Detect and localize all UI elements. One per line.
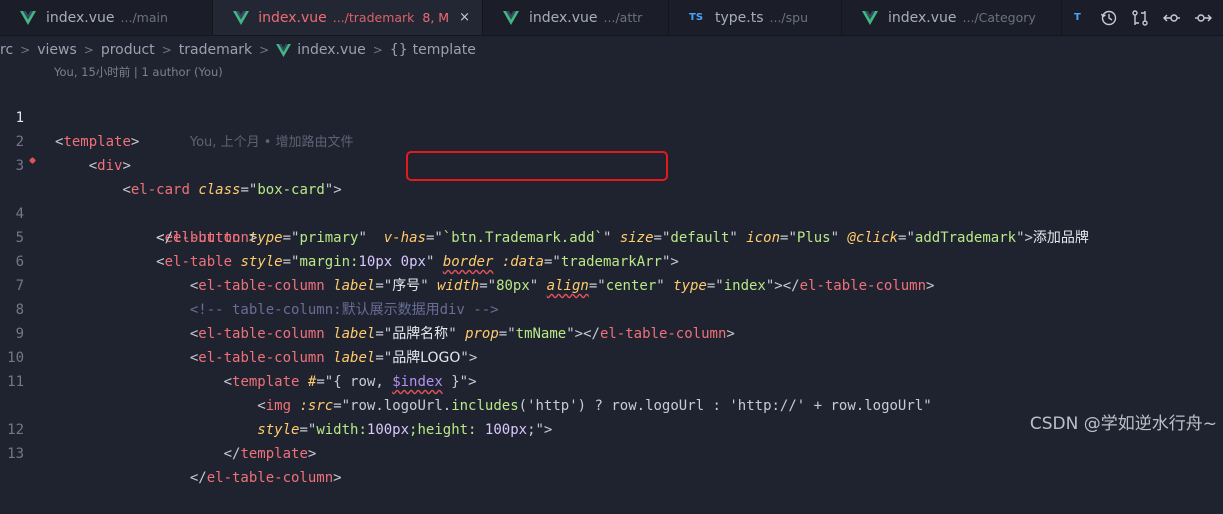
code-line: 5 <el-table style="margin:10px 0px" bord… xyxy=(0,202,1223,270)
symbol-braces-icon: {} xyxy=(389,42,408,58)
tab-file-path: .../attr xyxy=(603,10,643,25)
tab-trademark-index-vue[interactable]: index.vue .../trademark 8, M × xyxy=(213,0,483,35)
tab-file-name: index.vue xyxy=(258,9,327,26)
tab-category-index-vue[interactable]: index.vue .../Category xyxy=(842,0,1062,35)
chevron-right-icon: > xyxy=(20,43,31,57)
tab-attr-index-vue[interactable]: index.vue .../attr xyxy=(483,0,669,35)
code-line: 8 <el-table-column label="品牌名称" prop="tm… xyxy=(0,274,1223,342)
code-text: </el-table-column> xyxy=(189,470,342,486)
code-line: 10 <template #="{ row, $index }"> xyxy=(0,322,1223,390)
typescript-file-icon: TS xyxy=(689,12,704,23)
tag-name: template xyxy=(240,446,308,462)
chevron-right-icon: > xyxy=(372,43,383,57)
tab-file-path: .../main xyxy=(120,10,168,25)
tab-file-name: index.vue xyxy=(888,9,957,26)
tab-spu-type-ts[interactable]: TS type.ts .../spu xyxy=(669,0,842,35)
breadcrumb-item-src[interactable]: rc xyxy=(0,42,13,58)
tab-main-index-vue[interactable]: index.vue .../main xyxy=(0,0,213,35)
close-icon[interactable]: × xyxy=(459,10,470,25)
chevron-right-icon: > xyxy=(259,43,270,57)
code-line: 4 <el-button type="primary" v-has="`btn.… xyxy=(0,151,1223,246)
breadcrumb-item-views[interactable]: views xyxy=(37,42,77,58)
vue-file-icon xyxy=(20,10,38,25)
code-line: </el-button> xyxy=(0,178,1223,246)
tab-file-path: .../trademark xyxy=(332,10,415,25)
code-text: </template> xyxy=(223,446,317,462)
compare-changes-icon[interactable] xyxy=(1128,6,1152,30)
tab-file-path: .../spu xyxy=(769,10,809,25)
timeline-history-icon[interactable] xyxy=(1097,6,1121,30)
vue-file-icon xyxy=(233,10,250,25)
next-change-icon[interactable] xyxy=(1191,6,1215,30)
previous-change-icon[interactable] xyxy=(1160,6,1184,30)
editor-actions xyxy=(1089,0,1223,35)
tab-file-name: index.vue xyxy=(46,9,115,26)
highlight-box xyxy=(406,151,668,181)
editor-tab-bar: index.vue .../main index.vue .../tradema… xyxy=(0,0,1223,36)
vue-file-icon xyxy=(862,10,880,25)
vue-file-icon xyxy=(276,43,292,57)
watermark: CSDN @学如逆水行舟~ xyxy=(1029,414,1217,434)
code-line: 2 <div> xyxy=(0,106,1223,174)
breadcrumb-item-trademark[interactable]: trademark xyxy=(179,42,252,58)
code-line: 7 <!-- table-column:默认展示数据用div --> xyxy=(0,250,1223,318)
tab-file-name: index.vue xyxy=(529,9,598,26)
codelens-blame[interactable]: You, 15小时前 | 1 author (You) xyxy=(54,64,223,82)
code-line: 6 <el-table-column label="序号" width="80p… xyxy=(0,226,1223,294)
code-line: 9 <el-table-column label="品牌LOGO"> xyxy=(0,298,1223,366)
chevron-right-icon: > xyxy=(161,43,172,57)
problems-badge: 8, M xyxy=(422,10,450,25)
tab-file-name: type.ts xyxy=(715,9,764,26)
breadcrumb: rc > views > product > trademark > index… xyxy=(0,38,1223,62)
chevron-right-icon: > xyxy=(83,43,94,57)
code-line: style="width:100px;height: 100px;"> xyxy=(0,370,1223,438)
vue-file-icon xyxy=(503,10,521,25)
code-line: 1 <template> You, 上个月 • 增加路由文件 xyxy=(0,82,1223,150)
breadcrumb-item-product[interactable]: product xyxy=(101,42,155,58)
tab-file-path: .../Category xyxy=(962,10,1036,25)
breadcrumb-item-template[interactable]: template xyxy=(413,42,476,58)
code-editor[interactable]: 1 <template> You, 上个月 • 增加路由文件 2 <div> 3… xyxy=(0,82,1223,486)
code-line: 11 <img :src="row.logoUrl.includes('http… xyxy=(0,346,1223,414)
breadcrumb-item-file[interactable]: index.vue xyxy=(297,42,366,58)
modified-marker-icon xyxy=(28,156,37,165)
typescript-file-icon: T xyxy=(1074,12,1081,23)
line-number: 13 xyxy=(7,446,24,462)
tag-name: el-table-column xyxy=(206,470,334,486)
